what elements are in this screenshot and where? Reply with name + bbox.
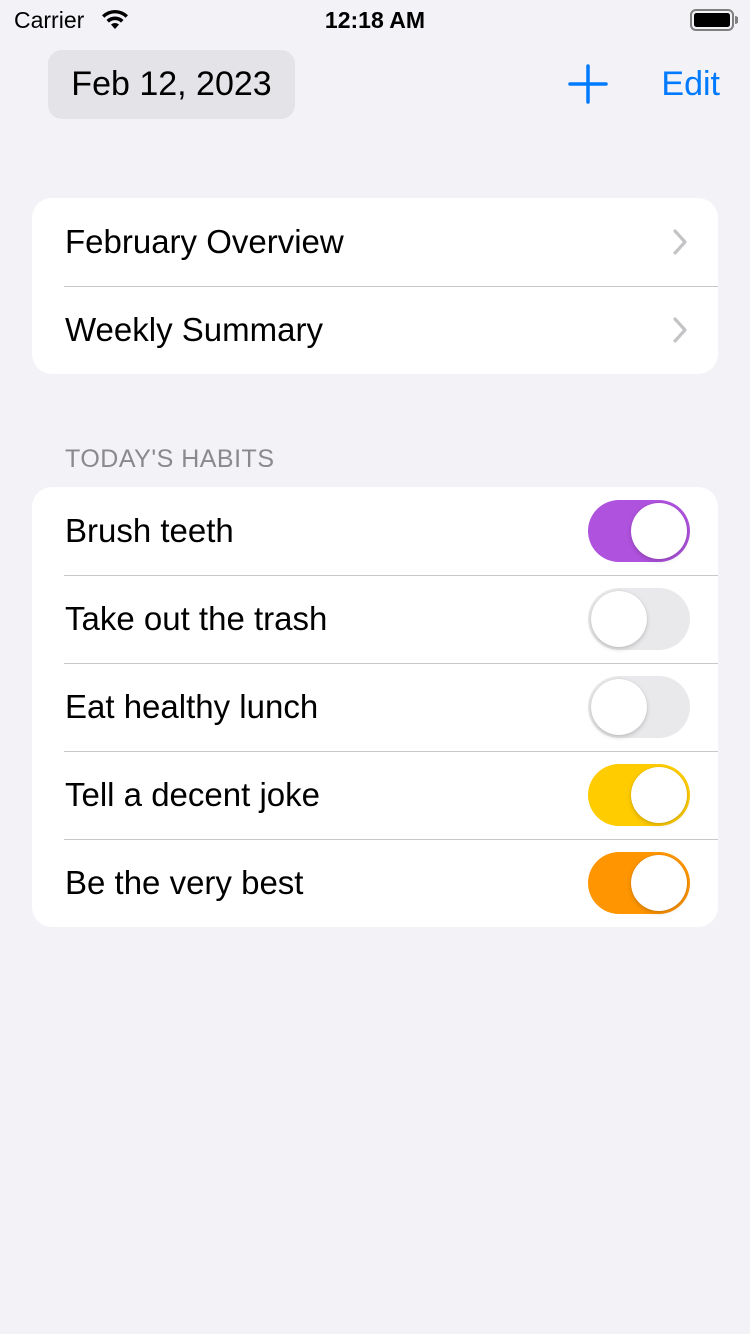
chevron-right-icon <box>673 229 687 255</box>
habit-label: Take out the trash <box>65 600 328 637</box>
habits-group: Brush teeth Take out the trash Eat healt… <box>32 487 718 927</box>
habit-toggle[interactable] <box>588 588 690 650</box>
toggle-knob <box>591 679 647 735</box>
habit-row: Tell a decent joke <box>32 751 718 839</box>
weekly-summary-row[interactable]: Weekly Summary <box>32 286 718 374</box>
habit-toggle[interactable] <box>588 764 690 826</box>
chevron-right-icon <box>673 317 687 343</box>
habit-tracker-screen: Carrier 12:18 AM Feb 12, 2023 Edit Febru… <box>0 0 750 1334</box>
plus-icon[interactable] <box>566 62 610 106</box>
february-overview-row[interactable]: February Overview <box>32 198 718 286</box>
habit-row: Take out the trash <box>32 575 718 663</box>
habit-row: Brush teeth <box>32 487 718 575</box>
habit-label: Tell a decent joke <box>65 776 320 813</box>
habit-label: Brush teeth <box>65 512 234 549</box>
status-bar: Carrier 12:18 AM <box>0 0 750 40</box>
habits-section-header: TODAY'S HABITS <box>65 445 275 473</box>
edit-button[interactable]: Edit <box>640 60 720 108</box>
habit-toggle[interactable] <box>588 676 690 738</box>
overview-group: February Overview Weekly Summary <box>32 198 718 374</box>
toggle-knob <box>631 503 687 559</box>
date-picker-button[interactable]: Feb 12, 2023 <box>48 50 295 119</box>
battery-icon <box>690 9 738 31</box>
habit-toggle[interactable] <box>588 500 690 562</box>
toggle-knob <box>591 591 647 647</box>
status-time: 12:18 AM <box>324 7 426 33</box>
habit-row: Be the very best <box>32 839 718 927</box>
habit-label: Eat healthy lunch <box>65 688 319 725</box>
date-label: Feb 12, 2023 <box>71 65 272 103</box>
habit-row: Eat healthy lunch <box>32 663 718 751</box>
row-label: Weekly Summary <box>65 311 323 348</box>
habit-toggle[interactable] <box>588 852 690 914</box>
habit-label: Be the very best <box>65 864 304 901</box>
row-label: February Overview <box>65 223 344 260</box>
toggle-knob <box>631 767 687 823</box>
toggle-knob <box>631 855 687 911</box>
